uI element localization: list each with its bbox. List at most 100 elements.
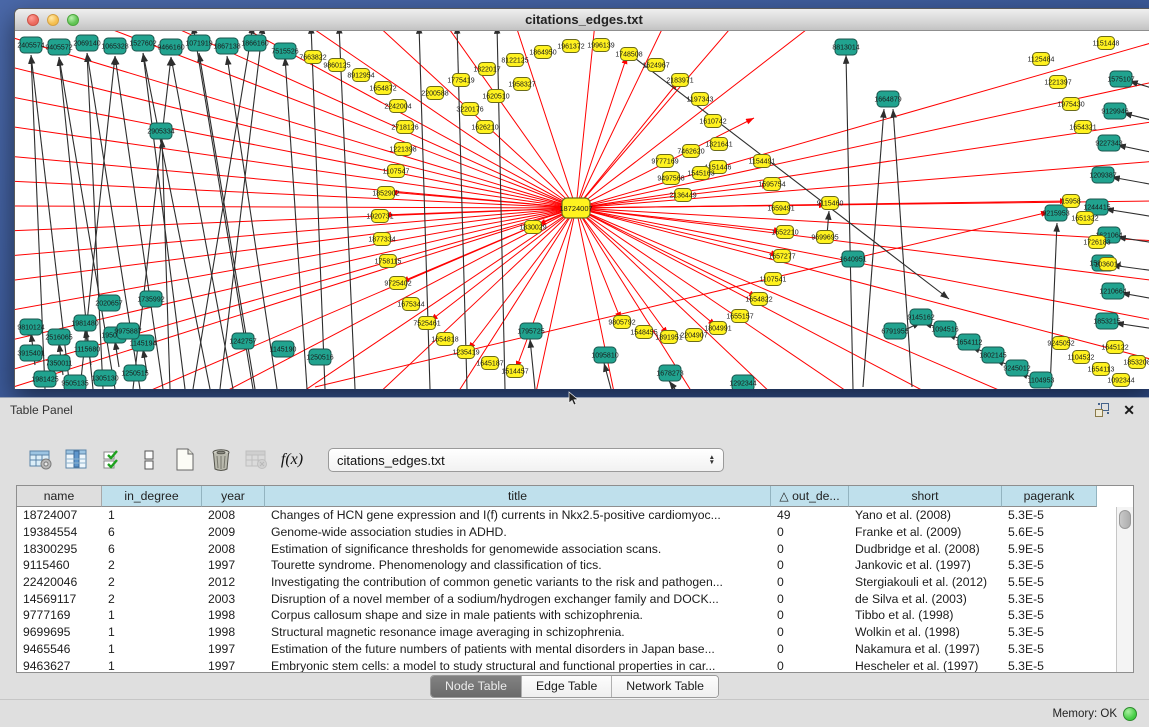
graph-node[interactable]: 9227343 (1095, 135, 1122, 151)
graph-node[interactable]: 9245012 (1003, 360, 1030, 376)
table-cell[interactable]: 2 (102, 557, 202, 574)
table-cell[interactable]: 9777169 (17, 607, 102, 624)
table-cell[interactable]: Nakamura et al. (1997) (849, 641, 1002, 658)
column-header-year[interactable]: year (202, 486, 265, 507)
table-cell[interactable]: Tourette syndrome. Phenomenology and cla… (265, 557, 771, 574)
graph-node[interactable]: 2020657 (95, 295, 122, 311)
graph-node[interactable]: 1250515 (121, 365, 148, 381)
table-row[interactable]: 911546021997Tourette syndrome. Phenomeno… (17, 557, 1133, 574)
table-cell[interactable]: 49 (771, 507, 849, 524)
graph-node[interactable]: 1961372 (557, 40, 584, 53)
graph-node[interactable]: 1891951 (655, 331, 682, 344)
table-cell[interactable]: 1 (102, 624, 202, 641)
graph-node[interactable]: 1758115 (375, 255, 402, 268)
table-cell[interactable]: Investigating the contribution of common… (265, 574, 771, 591)
graph-node[interactable]: 1654113 (1088, 363, 1115, 376)
table-cell[interactable]: 22420046 (17, 574, 102, 591)
table-cell[interactable]: Wolkin et al. (1998) (849, 624, 1002, 641)
graph-node[interactable]: 1145190 (270, 341, 297, 357)
graph-node[interactable]: 1092344 (1107, 374, 1134, 387)
graph-node[interactable]: 1975430 (1057, 98, 1084, 111)
graph-node[interactable]: 9805792 (608, 316, 635, 329)
table-cell[interactable]: 0 (771, 524, 849, 541)
tab-edge-table[interactable]: Edge Table (522, 676, 612, 697)
graph-node[interactable]: 1920731 (366, 210, 393, 223)
graph-node[interactable]: 1657277 (768, 250, 795, 263)
table-cell[interactable]: 1 (102, 641, 202, 658)
graph-node[interactable]: 9810124 (17, 319, 44, 335)
table-cell[interactable]: Genome-wide association studies in ADHD. (265, 524, 771, 541)
table-cell[interactable]: de Silva et al. (2003) (849, 590, 1002, 607)
function-builder-icon[interactable]: f(x) (278, 446, 308, 474)
graph-node[interactable]: 9725402 (384, 277, 411, 290)
table-cell[interactable]: 1997 (202, 641, 265, 658)
graph-node[interactable]: 1659491 (767, 202, 794, 215)
window-titlebar[interactable]: citations_edges.txt (15, 9, 1149, 31)
graph-node[interactable]: 15958 (1061, 195, 1081, 208)
network-canvas[interactable]: 2405574940557220691401065328152760294661… (15, 31, 1149, 389)
table-cell[interactable]: 0 (771, 557, 849, 574)
graph-node[interactable]: 1071919 (185, 35, 212, 51)
graph-node[interactable]: 2718126 (391, 121, 418, 134)
table-cell[interactable]: 5.3E-5 (1002, 507, 1097, 524)
table-cell[interactable]: 1 (102, 657, 202, 673)
table-cell[interactable]: 5.3E-5 (1002, 590, 1097, 607)
graph-node[interactable]: 7525461 (413, 317, 440, 330)
graph-node[interactable]: 1804991 (704, 322, 731, 335)
table-row[interactable]: 977716911998Corpus callosum shape and si… (17, 607, 1133, 624)
graph-node[interactable]: 1645187 (476, 357, 503, 370)
table-cell[interactable]: Hescheler et al. (1997) (849, 657, 1002, 673)
graph-node[interactable]: 1548455 (630, 326, 657, 339)
table-cell[interactable]: Changes of HCN gene expression and I(f) … (265, 507, 771, 524)
select-column-icon[interactable] (62, 446, 92, 474)
table-scrollbar[interactable] (1116, 507, 1133, 672)
graph-node[interactable]: 1107541 (760, 273, 787, 286)
table-row[interactable]: 946554611997Estimation of the future num… (17, 641, 1133, 658)
graph-node[interactable]: 1151448 (1093, 37, 1120, 50)
graph-node[interactable]: 8813014 (832, 39, 859, 55)
table-cell[interactable]: 9463627 (17, 657, 102, 673)
graph-node[interactable]: 1250516 (306, 349, 333, 365)
graph-node[interactable]: 1802145 (979, 347, 1006, 363)
graph-node[interactable]: 2069140 (73, 35, 100, 51)
graph-node[interactable]: 7350011 (46, 355, 73, 371)
unselect-icon[interactable] (134, 446, 164, 474)
graph-node[interactable]: 1094516 (931, 321, 958, 337)
select-all-icon[interactable] (98, 446, 128, 474)
table-cell[interactable]: 5.5E-5 (1002, 574, 1097, 591)
graph-node[interactable]: 1866160 (241, 35, 268, 51)
table-cell[interactable]: 14569117 (17, 590, 102, 607)
table-cell[interactable]: 0 (771, 657, 849, 673)
table-cell[interactable]: 1998 (202, 607, 265, 624)
table-cell[interactable]: 2008 (202, 540, 265, 557)
graph-node[interactable]: 2200588 (421, 87, 448, 100)
table-chooser-select[interactable]: citations_edges.txt ▲▼ (328, 448, 724, 472)
float-panel-icon[interactable] (1095, 403, 1109, 417)
table-cell[interactable]: 19384554 (17, 524, 102, 541)
graph-node[interactable]: 1664879 (874, 91, 901, 107)
table-cell[interactable]: 9465546 (17, 641, 102, 658)
table-row[interactable]: 2242004622012Investigating the contribut… (17, 574, 1133, 591)
graph-node[interactable]: 1575107 (1107, 71, 1134, 87)
table-cell[interactable]: Corpus callosum shape and size in male p… (265, 607, 771, 624)
graph-node[interactable]: 1321641 (705, 138, 732, 151)
table-cell[interactable]: 5.3E-5 (1002, 557, 1097, 574)
graph-node[interactable]: 1654872 (369, 82, 396, 95)
graph-node[interactable]: 1221398 (389, 143, 416, 156)
table-cell[interactable]: 2012 (202, 574, 265, 591)
graph-node[interactable]: 1209387 (1089, 167, 1116, 183)
graph-node[interactable]: 1595754 (758, 178, 785, 191)
graph-node[interactable]: 7462620 (677, 145, 704, 158)
column-header-pagerank[interactable]: pagerank (1002, 486, 1097, 507)
graph-node[interactable]: 1640951 (839, 251, 866, 267)
graph-node[interactable]: 1322017 (473, 63, 500, 76)
table-cell[interactable]: 1997 (202, 657, 265, 673)
table-row[interactable]: 1872400712008Changes of HCN gene express… (17, 507, 1133, 524)
graph-node[interactable]: 1107547 (383, 165, 410, 178)
graph-node[interactable]: 7515526 (271, 43, 298, 59)
table-cell[interactable]: Tibbo et al. (1998) (849, 607, 1002, 624)
graph-node[interactable]: 1981480 (71, 315, 98, 331)
graph-node[interactable]: 1115680 (74, 341, 100, 357)
graph-node[interactable]: 1654112 (956, 334, 983, 350)
graph-node[interactable]: 1235419 (452, 346, 479, 359)
